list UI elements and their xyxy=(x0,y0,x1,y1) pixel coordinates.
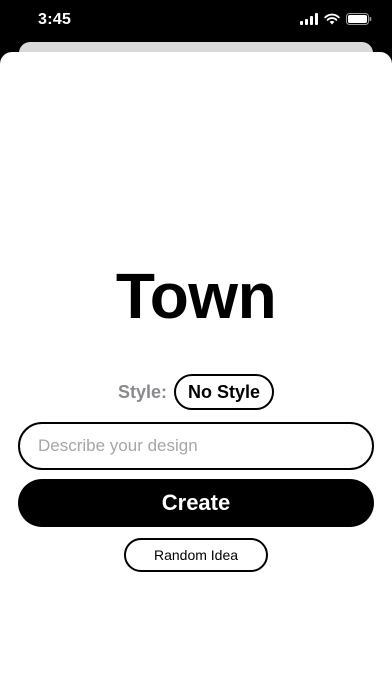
style-selector-row: Style: No Style xyxy=(0,374,392,410)
describe-design-input[interactable] xyxy=(18,422,374,470)
signal-icon xyxy=(300,13,318,25)
create-button[interactable]: Create xyxy=(18,479,374,527)
random-idea-button[interactable]: Random Idea xyxy=(124,538,268,572)
style-select-button[interactable]: No Style xyxy=(174,374,275,410)
wifi-icon xyxy=(324,13,340,25)
battery-icon xyxy=(346,13,372,25)
status-bar: 3:45 xyxy=(0,0,392,42)
status-time: 3:45 xyxy=(38,11,72,28)
page-title: Town xyxy=(115,260,277,332)
style-label: Style: xyxy=(117,381,167,402)
status-icons xyxy=(300,13,372,25)
modal-sheet: Town Style: No Style Create Random Idea xyxy=(0,52,392,696)
